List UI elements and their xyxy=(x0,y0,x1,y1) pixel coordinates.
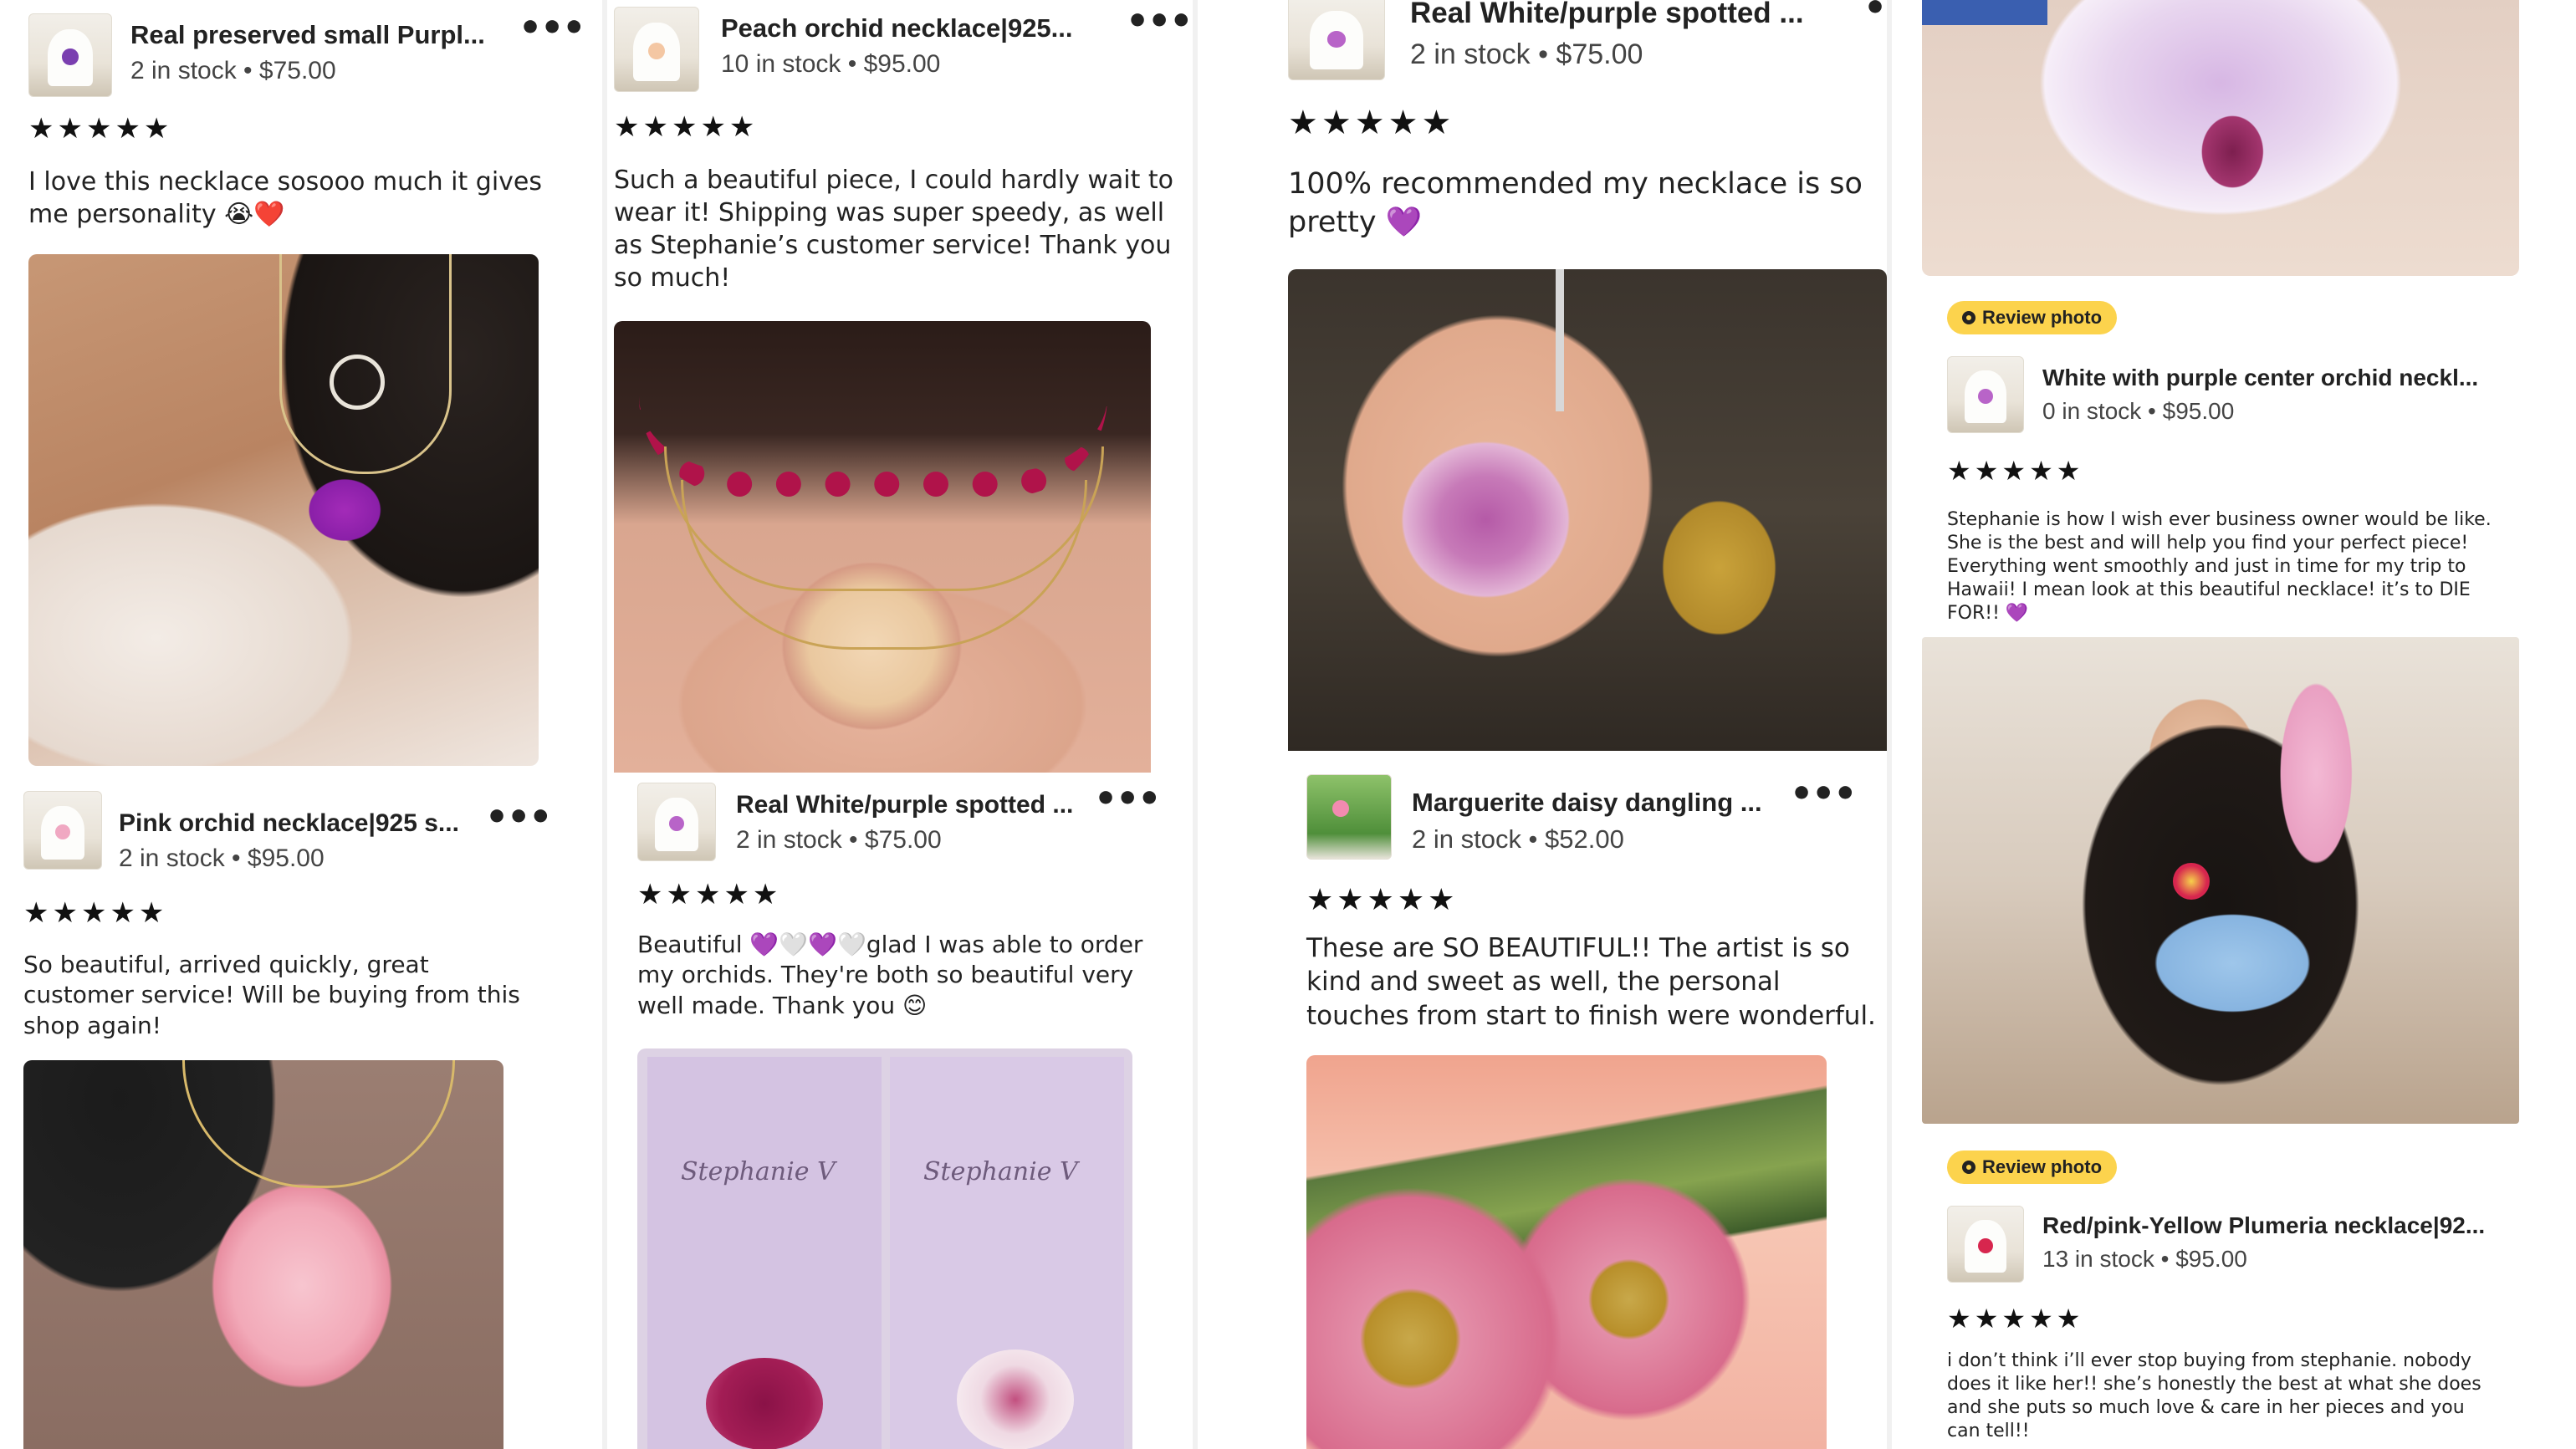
fabric-corner xyxy=(1922,0,2047,25)
more-options-icon[interactable]: ••• xyxy=(1790,776,1857,813)
star-rating: ★★★★★ xyxy=(28,112,173,145)
review-column-3: Real White/purple spotted ... 2 in stock… xyxy=(1198,0,1930,1449)
more-options-icon[interactable]: ••• xyxy=(1094,781,1161,818)
camera-icon xyxy=(1962,311,1975,324)
review-photo[interactable]: Stephanie V Stephanie V xyxy=(637,1048,1132,1449)
listing-stock-price: 0 in stock • $95.00 xyxy=(2042,398,2235,424)
review-text: i don’t think i’ll ever stop buying from… xyxy=(1947,1350,2481,1441)
listing-stock-price: 2 in stock • $75.00 xyxy=(1410,38,1643,70)
listing-title[interactable]: Real White/purple spotted ... xyxy=(736,791,1073,819)
listing-stock-price: 2 in stock • $95.00 xyxy=(119,844,325,872)
listing-thumbnail[interactable] xyxy=(1306,774,1392,860)
star-rating: ★★★★★ xyxy=(1288,104,1455,142)
listing-thumbnail[interactable] xyxy=(1288,0,1385,80)
more-options-icon[interactable]: ••• xyxy=(485,799,552,836)
review-photo[interactable] xyxy=(614,321,1151,773)
review-column-1: Real preserved small Purpl... 2 in stock… xyxy=(0,0,602,1449)
review-photo[interactable] xyxy=(28,254,539,766)
listing-stock-price: 2 in stock • $52.00 xyxy=(1412,824,1624,854)
more-options-icon[interactable]: ••• xyxy=(1126,3,1193,40)
star-rating: ★★★★★ xyxy=(1947,455,2084,487)
listing-thumbnail[interactable] xyxy=(23,791,102,870)
review-text: So beautiful, arrived quickly, great cus… xyxy=(23,951,520,1039)
camera-icon xyxy=(1962,1161,1975,1174)
listing-title[interactable]: Real White/purple spotted ... xyxy=(1410,0,1804,30)
star-rating: ★★★★★ xyxy=(1947,1303,2084,1334)
gift-box-right: Stephanie V xyxy=(890,1057,1124,1449)
review-photo[interactable] xyxy=(1306,1055,1827,1449)
review-text: I love this necklace sosooo much it give… xyxy=(28,167,542,229)
plumeria-pendant xyxy=(2173,863,2210,900)
listing-title[interactable]: Red/pink-Yellow Plumeria necklace|92... xyxy=(2042,1212,2485,1239)
star-rating: ★★★★★ xyxy=(1306,883,1459,917)
review-text: Beautiful 💜🤍💜🤍glad I was able to order m… xyxy=(637,931,1143,1019)
review-photo[interactable] xyxy=(1922,0,2519,276)
necklace-chain xyxy=(1556,269,1564,411)
listing-stock-price: 10 in stock • $95.00 xyxy=(721,50,941,78)
review-text: These are SO BEAUTIFUL!! The artist is s… xyxy=(1306,933,1876,1031)
badge-label: Review photo xyxy=(1982,307,2103,328)
review-column-4: Review photo White with purple center or… xyxy=(1892,0,2576,1449)
listing-thumbnail[interactable] xyxy=(614,7,699,92)
star-rating: ★★★★★ xyxy=(614,110,759,144)
review-column-2: Peach orchid necklace|925... 10 in stock… xyxy=(607,0,1193,1449)
listing-thumbnail[interactable] xyxy=(1947,1206,2024,1283)
badge-label: Review photo xyxy=(1982,1156,2103,1177)
review-text: Stephanie is how I wish ever business ow… xyxy=(1947,509,2492,624)
listing-title[interactable]: Marguerite daisy dangling ... xyxy=(1412,788,1762,818)
listing-title[interactable]: White with purple center orchid neckl... xyxy=(2042,365,2478,391)
orchid-pendant xyxy=(957,1350,1074,1449)
listing-stock-price: 13 in stock • $95.00 xyxy=(2042,1246,2247,1272)
gift-box-left: Stephanie V xyxy=(647,1057,882,1449)
star-rating: ★★★★★ xyxy=(637,878,782,911)
listing-stock-price: 2 in stock • $75.00 xyxy=(736,826,942,854)
listing-stock-price: 2 in stock • $75.00 xyxy=(130,57,336,84)
review-photo[interactable] xyxy=(1288,269,1887,751)
listing-thumbnail[interactable] xyxy=(637,783,716,861)
listing-title[interactable]: Real preserved small Purpl... xyxy=(130,20,485,50)
star-rating: ★★★★★ xyxy=(23,896,168,930)
listing-title[interactable]: Peach orchid necklace|925... xyxy=(721,13,1073,43)
necklace-chain xyxy=(182,1060,455,1188)
heart-pendant xyxy=(330,355,385,410)
listing-thumbnail[interactable] xyxy=(1947,356,2024,433)
listing-thumbnail[interactable] xyxy=(28,13,112,97)
review-text: 100% recommended my necklace is so prett… xyxy=(1288,167,1863,239)
review-text: Such a beautiful piece, I could hardly w… xyxy=(614,166,1174,293)
listing-title[interactable]: Pink orchid necklace|925 s... xyxy=(119,809,459,838)
review-photo-badge: Review photo xyxy=(1947,1151,2118,1184)
more-options-icon[interactable]: ••• xyxy=(519,10,585,47)
review-photo[interactable] xyxy=(23,1060,503,1449)
box-brand-text: Stephanie V xyxy=(923,1157,1078,1186)
gold-chain xyxy=(681,480,1087,650)
orchid-pendant xyxy=(706,1358,823,1449)
box-brand-text: Stephanie V xyxy=(681,1157,836,1186)
review-photo[interactable] xyxy=(1922,637,2519,1124)
review-photo-badge: Review photo xyxy=(1947,301,2118,334)
